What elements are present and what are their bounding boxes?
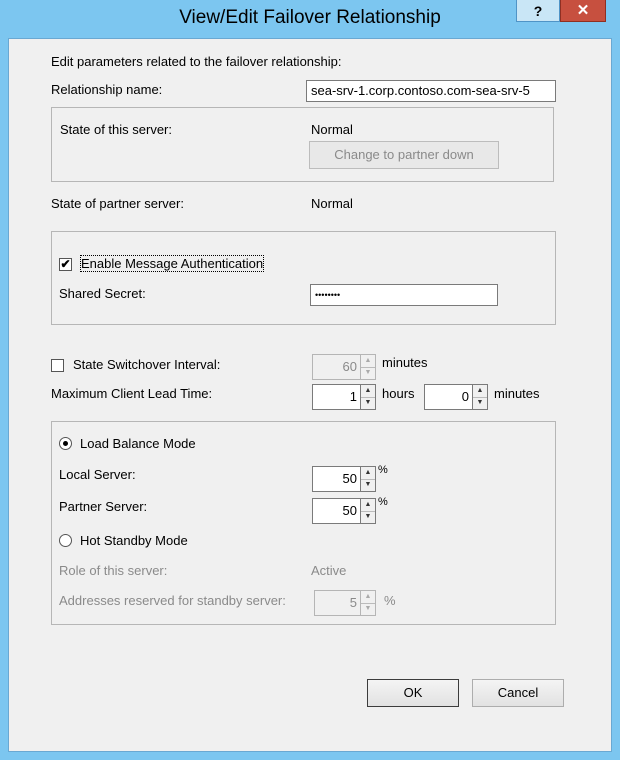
spin-down-icon[interactable]: ▼ — [473, 397, 487, 409]
switchover-checkbox[interactable] — [51, 359, 64, 372]
authentication-group: ✔ Enable Message Authentication Shared S… — [51, 231, 556, 325]
help-button[interactable]: ? — [516, 0, 560, 22]
failover-dialog: View/Edit Failover Relationship ? ✕ Edit… — [0, 0, 620, 760]
local-server-spinner[interactable]: 50 ▲ ▼ — [312, 466, 376, 492]
spin-down-icon[interactable]: ▼ — [361, 367, 375, 379]
hot-standby-label[interactable]: Hot Standby Mode — [80, 533, 188, 548]
radio-selected-dot — [63, 441, 68, 446]
window-frame-left — [0, 0, 8, 760]
mclt-hours-spinner[interactable]: 1 ▲ ▼ — [312, 384, 376, 410]
mclt-minutes-value[interactable]: 0 — [424, 384, 472, 410]
load-balance-label[interactable]: Load Balance Mode — [80, 436, 196, 451]
enable-auth-label[interactable]: Enable Message Authentication — [79, 255, 265, 272]
switchover-unit: minutes — [382, 355, 428, 370]
enable-auth-checkbox[interactable]: ✔ — [59, 258, 72, 271]
window-frame-bottom — [0, 752, 620, 760]
cancel-button[interactable]: Cancel — [472, 679, 564, 707]
partner-server-percent: % — [378, 496, 388, 508]
local-server-percent: % — [378, 464, 388, 476]
partner-server-value[interactable]: 50 — [312, 498, 360, 524]
shared-secret-field[interactable]: •••••••• — [310, 284, 498, 306]
this-server-state-label: State of this server: — [60, 122, 172, 137]
partner-server-state-value: Normal — [311, 196, 353, 211]
close-button[interactable]: ✕ — [560, 0, 606, 22]
local-server-spin-arrows[interactable]: ▲ ▼ — [360, 466, 376, 492]
shared-secret-label: Shared Secret: — [59, 286, 146, 301]
mode-group: Load Balance Mode Local Server: 50 ▲ ▼ %… — [51, 421, 556, 625]
reserved-addresses-spin-arrows[interactable]: ▲ ▼ — [360, 590, 376, 616]
mclt-hours-value[interactable]: 1 — [312, 384, 360, 410]
partner-server-label: Partner Server: — [59, 499, 148, 514]
change-to-partner-down-button[interactable]: Change to partner down — [309, 141, 499, 169]
spin-down-icon[interactable]: ▼ — [361, 479, 375, 491]
reserved-addresses-spinner[interactable]: 5 ▲ ▼ — [314, 590, 376, 616]
mclt-minutes-spin-arrows[interactable]: ▲ ▼ — [472, 384, 488, 410]
mclt-hours-unit: hours — [382, 386, 415, 401]
partner-server-spinner[interactable]: 50 ▲ ▼ — [312, 498, 376, 524]
title-bar[interactable]: View/Edit Failover Relationship ? ✕ — [0, 0, 620, 38]
relationship-name-label: Relationship name: — [51, 82, 163, 97]
partner-server-state-label: State of partner server: — [51, 196, 184, 211]
load-balance-radio[interactable] — [59, 437, 72, 450]
switchover-label[interactable]: State Switchover Interval: — [73, 357, 220, 372]
spin-down-icon[interactable]: ▼ — [361, 397, 375, 409]
partner-server-spin-arrows[interactable]: ▲ ▼ — [360, 498, 376, 524]
checkmark-icon: ✔ — [60, 257, 71, 271]
reserved-addresses-value[interactable]: 5 — [314, 590, 360, 616]
switchover-spinner[interactable]: 60 ▲ ▼ — [312, 354, 376, 380]
dialog-body: Edit parameters related to the failover … — [8, 38, 612, 752]
relationship-name-field[interactable]: sea-srv-1.corp.contoso.com-sea-srv-5 — [306, 80, 556, 102]
this-server-group: State of this server: Normal Change to p… — [51, 107, 554, 182]
window-frame-right — [612, 0, 620, 760]
switchover-spin-arrows[interactable]: ▲ ▼ — [360, 354, 376, 380]
spin-down-icon[interactable]: ▼ — [361, 603, 375, 615]
local-server-label: Local Server: — [59, 467, 136, 482]
reserved-addresses-label: Addresses reserved for standby server: — [59, 593, 286, 608]
mclt-minutes-unit: minutes — [494, 386, 540, 401]
intro-text: Edit parameters related to the failover … — [51, 54, 342, 69]
mclt-minutes-spinner[interactable]: 0 ▲ ▼ — [424, 384, 488, 410]
spin-down-icon[interactable]: ▼ — [361, 511, 375, 523]
role-value: Active — [311, 563, 347, 578]
switchover-value[interactable]: 60 — [312, 354, 360, 380]
mclt-label: Maximum Client Lead Time: — [51, 386, 213, 401]
mclt-hours-spin-arrows[interactable]: ▲ ▼ — [360, 384, 376, 410]
ok-button[interactable]: OK — [367, 679, 459, 707]
role-label: Role of this server: — [59, 563, 168, 578]
hot-standby-radio[interactable] — [59, 534, 72, 547]
local-server-value[interactable]: 50 — [312, 466, 360, 492]
reserved-addresses-percent: % — [384, 593, 396, 608]
this-server-state-value: Normal — [311, 122, 353, 137]
